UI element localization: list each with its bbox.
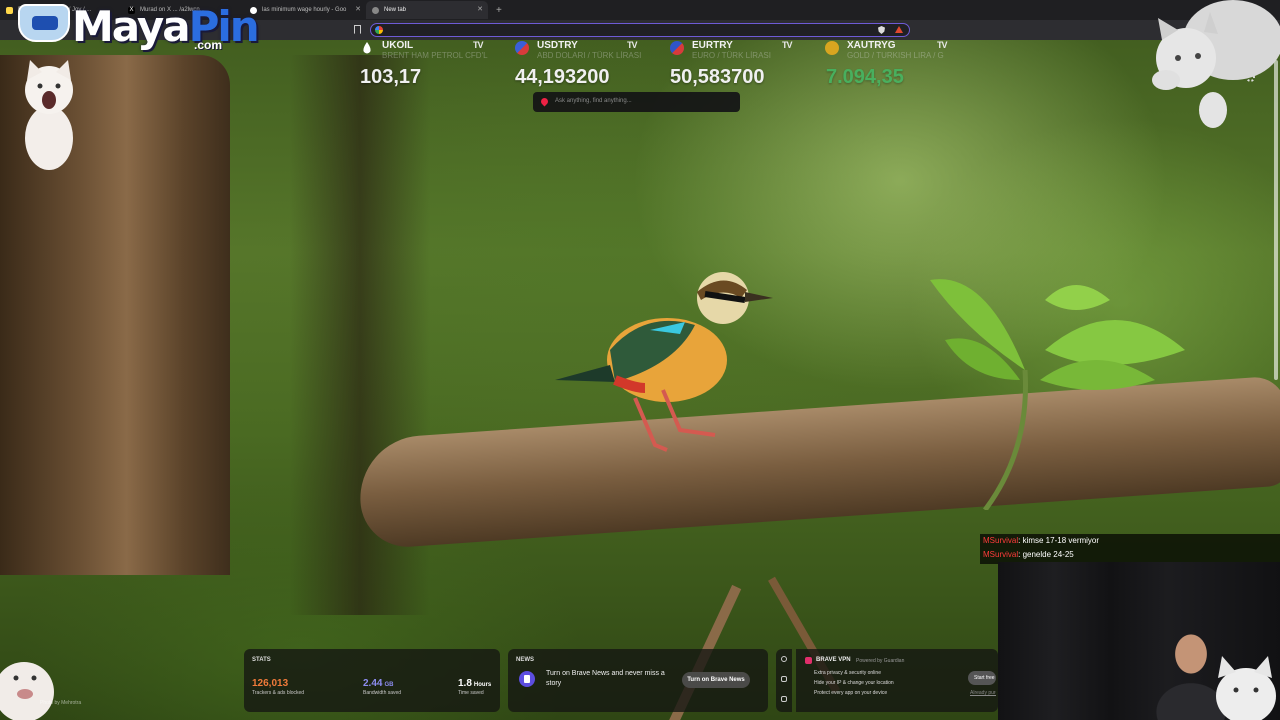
tab-label: las minimum wage hourly - Goo (262, 7, 347, 13)
meowing-cat-sticker (25, 60, 73, 170)
usdtry-price: 44,193200 (515, 66, 610, 88)
brave-icon (372, 6, 379, 14)
ticker-item-usdtry[interactable]: USDTRY ABD DOLARI / TÜRK LİRASI TV (515, 40, 665, 60)
close-tab-icon[interactable]: ✕ (477, 5, 483, 13)
brave-news-icon (519, 671, 535, 687)
ukoil-price: 103,17 (360, 66, 422, 88)
stats-title: STATS (252, 657, 271, 663)
ticker-symbol: USDTRY (537, 40, 578, 51)
ticker-description: GOLD / TURKISH LIRA / G (847, 51, 944, 60)
trackers-blocked-number: 126,013 (252, 678, 289, 689)
google-icon (375, 26, 383, 34)
pitta-bird-illustration (555, 272, 773, 452)
location-icon[interactable] (781, 656, 787, 662)
tab-2[interactable]: las minimum wage hourly - Goo ✕ (244, 1, 366, 19)
vpn-powered-by: Powered by Guardian (856, 658, 905, 664)
news-widget: NEWS Turn on Brave News and never miss a… (508, 649, 768, 712)
mayapin-logo: MayaPin .com (10, 2, 260, 54)
trackers-blocked-label: Trackers & ads blocked (252, 690, 305, 696)
chat-icon[interactable] (781, 696, 787, 702)
search-assistant-placeholder: Ask anything, find anything... (555, 98, 632, 104)
xautryg-price: 7.094,35 (826, 66, 904, 88)
ticker-symbol: XAUTRYG (847, 40, 896, 51)
vpn-title: BRAVE VPN (816, 657, 851, 663)
ticker-item-ukoil[interactable]: UKOIL BRENT HAM PETROL CFD'L TV (360, 40, 510, 60)
trackers-blocked-value: 126,013 (252, 678, 288, 689)
time-unit: Hours (473, 682, 492, 688)
location-pin-icon (539, 96, 550, 107)
logo-wordmark: MayaPin (72, 2, 260, 51)
cat-sticker (0, 662, 54, 720)
ticker-description: BRENT HAM PETROL CFD'L (382, 51, 488, 60)
logo-tld: .com (194, 38, 223, 52)
tradingview-icon: TV (937, 40, 947, 50)
stats-widget: STATS 126,013 Trackers & ads blocked 2.4… (244, 649, 500, 712)
vpn-feature: Hide your IP & change your location (814, 680, 894, 686)
tradingview-icon: TV (782, 40, 792, 50)
news-promo-text: Turn on Brave News and never miss a stor… (546, 670, 665, 687)
dangling-cat-sticker (1152, 0, 1280, 128)
logo-word-a: Maya (72, 2, 191, 51)
turn-on-news-button[interactable]: Turn on Brave News (682, 672, 750, 688)
widget-rail (776, 649, 792, 712)
price-ticker: UKOIL BRENT HAM PETROL CFD'L TV USDTRY A… (355, 40, 975, 60)
bandwidth-saved-value: 2.44 GB (363, 678, 393, 689)
green-sapling-illustration (930, 279, 1185, 510)
vpn-logo-icon (805, 657, 812, 664)
photo-credit[interactable]: Photo by Mehrotra (40, 700, 81, 706)
brave-vpn-widget: BRAVE VPN Powered by Guardian Extra priv… (796, 649, 998, 712)
tradingview-icon: TV (627, 40, 637, 50)
vpn-feature: Protect every app on your device (814, 690, 888, 696)
eu-flag-icon (670, 41, 684, 55)
vpn-feature: Extra privacy & security online (814, 670, 881, 676)
new-tab-page: Bo... / Megane / ... / Joy / ... XMurad … (0, 0, 1280, 720)
ticker-symbol: EURTRY (692, 40, 733, 51)
stream-chat-overlay: MSurvival: kimse 17-18 vermiyor MSurviva… (980, 534, 1280, 564)
bandwidth-number: 2.44 (363, 678, 383, 689)
tradingview-icon: TV (473, 40, 483, 50)
chat-username: MSurvival (983, 536, 1019, 545)
vpn-trial-button[interactable]: Start free trial (968, 671, 996, 685)
search-assistant-popup[interactable]: Ask anything, find anything... (533, 92, 740, 112)
time-saved-value: 1.8 Hours (458, 678, 491, 689)
chat-message: MSurvival: kimse 17-18 vermiyor (983, 536, 1099, 545)
chat-message: MSurvival: genelde 24-25 (983, 550, 1074, 559)
bandwidth-unit: GB (384, 682, 394, 688)
chat-text: : kimse 17-18 vermiyor (1018, 536, 1100, 545)
ticker-item-xautryg[interactable]: XAUTRYG GOLD / TURKISH LIRA / G TV (825, 40, 975, 60)
us-flag-icon (515, 41, 529, 55)
graduation-cap-icon (18, 4, 70, 42)
tab-3[interactable]: New tab ✕ (366, 1, 488, 19)
chat-text: : genelde 24-25 (1018, 550, 1074, 559)
vpn-rail-icon[interactable] (781, 676, 787, 682)
time-saved-label: Time saved (458, 690, 484, 696)
brave-shields-icon[interactable] (878, 26, 885, 34)
ticker-description: EURO / TÜRK LİRASI (692, 51, 771, 60)
eurtry-price: 50,583700 (670, 66, 765, 88)
gold-bar-icon (825, 41, 839, 55)
new-tab-plus-icon[interactable]: + (496, 5, 502, 16)
cat-sticker (1216, 656, 1276, 720)
chat-username: MSurvival (983, 550, 1019, 559)
brave-rewards-icon[interactable] (895, 26, 903, 33)
ticker-item-eurtry[interactable]: EURTRY EURO / TÜRK LİRASI TV (670, 40, 820, 60)
vpn-purchased-link[interactable]: Already purchased? (970, 690, 996, 696)
oil-drop-icon (360, 41, 374, 55)
tab-label: New tab (384, 7, 407, 13)
ticker-description: ABD DOLARI / TÜRK LİRASI (537, 51, 642, 60)
news-title: NEWS (516, 657, 534, 663)
close-tab-icon[interactable]: ✕ (355, 5, 361, 13)
address-bar[interactable] (370, 23, 910, 37)
ticker-symbol: UKOIL (382, 40, 414, 51)
bandwidth-saved-label: Bandwidth saved (363, 690, 402, 696)
time-number: 1.8 (458, 678, 472, 689)
